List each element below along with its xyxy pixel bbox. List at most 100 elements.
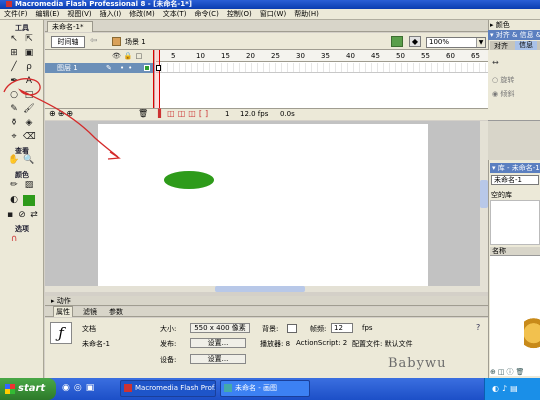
ruler-tick: 55 bbox=[421, 52, 430, 60]
actions-panel-header[interactable]: ▸ 动作 bbox=[45, 296, 488, 306]
trash-icon[interactable]: 🗑 bbox=[138, 109, 148, 118]
edit-symbols-icon[interactable]: ◆ bbox=[409, 36, 421, 47]
hand-tool-icon[interactable]: ✋ bbox=[8, 155, 20, 166]
library-panel-header[interactable]: ▾ 库 - 未命名-1 bbox=[490, 163, 540, 173]
ruler-tick: 45 bbox=[371, 52, 380, 60]
library-panel-label: 库 - 未命名-1 bbox=[497, 164, 540, 172]
menu-help[interactable]: 帮助(H) bbox=[294, 9, 319, 19]
taskbar-item-paint[interactable]: 未命名 - 画图 bbox=[220, 380, 310, 397]
ruler-tick: 5 bbox=[171, 52, 176, 60]
tab-properties[interactable]: 属性 bbox=[53, 306, 73, 317]
menu-insert[interactable]: 插入(I) bbox=[100, 9, 122, 19]
constrain-icon[interactable]: ↔ bbox=[492, 58, 499, 67]
pencil-tool-icon[interactable]: ✎ bbox=[8, 104, 20, 115]
tab-parameters[interactable]: 参数 bbox=[107, 307, 125, 317]
library-document-select[interactable]: 未命名-1 bbox=[491, 175, 539, 185]
frame-cells[interactable] bbox=[156, 63, 488, 73]
ruler-tick: 65 bbox=[471, 52, 480, 60]
window-title: Macromedia Flash Professional 8 - [未命名-1… bbox=[15, 0, 192, 8]
back-arrow-icon[interactable]: ⇦ bbox=[90, 36, 98, 46]
layer-name[interactable]: 图层 1 bbox=[57, 63, 78, 73]
layer-outline-color-icon[interactable] bbox=[144, 65, 150, 71]
tab-info[interactable]: 信息 bbox=[515, 41, 537, 50]
ruler-tick: 15 bbox=[221, 52, 230, 60]
menu-file[interactable]: 文件(F) bbox=[4, 9, 28, 19]
size-button[interactable]: 550 x 400 像素 bbox=[190, 323, 250, 333]
library-name-column[interactable]: 名称 bbox=[490, 247, 540, 256]
menu-control[interactable]: 控制(O) bbox=[227, 9, 252, 19]
eraser-icon[interactable]: ⌫ bbox=[23, 132, 36, 143]
text-tool-icon[interactable]: A bbox=[23, 76, 35, 87]
subselection-tool-icon[interactable]: ⇱ bbox=[23, 34, 35, 45]
brush-tool-icon[interactable]: 🖌 bbox=[23, 104, 35, 115]
paint-bucket-icon[interactable]: ◈ bbox=[23, 118, 35, 129]
chevron-down-icon[interactable]: ▼ bbox=[476, 38, 485, 47]
selection-tool-icon[interactable]: ↖ bbox=[8, 34, 20, 45]
rectangle-tool-icon[interactable]: □ bbox=[23, 90, 35, 101]
timeline-toggle-button[interactable]: 时间轴 bbox=[51, 36, 85, 48]
line-tool-icon[interactable]: ╱ bbox=[8, 62, 20, 73]
add-layer-buttons-icon[interactable]: ⊕⊕⊕ bbox=[49, 109, 75, 118]
taskbar-item-flash[interactable]: Macromedia Flash Prof... bbox=[120, 380, 216, 397]
actionscript-version: ActionScript: 2 bbox=[296, 339, 348, 347]
no-color-icon[interactable]: ⊘ bbox=[16, 210, 28, 221]
tools-title: 工具 bbox=[15, 24, 29, 32]
stage[interactable] bbox=[98, 124, 428, 286]
device-settings-button[interactable]: 设置... bbox=[190, 354, 246, 364]
menu-commands[interactable]: 命令(C) bbox=[194, 9, 218, 19]
skew-option[interactable]: ◉ 倾斜 bbox=[492, 89, 514, 99]
menu-edit[interactable]: 编辑(E) bbox=[36, 9, 60, 19]
menu-window[interactable]: 窗口(W) bbox=[260, 9, 286, 19]
document-tab[interactable]: 未命名-1* bbox=[47, 21, 93, 32]
align-panel-header[interactable]: ▾ 对齐 & 信息 & 变形 bbox=[488, 30, 540, 40]
onion-skin-icons[interactable]: ▌◫◫◫[] bbox=[158, 109, 211, 118]
zoom-value: 100% bbox=[429, 38, 450, 46]
stroke-swatch-icon[interactable]: ▨ bbox=[23, 180, 35, 191]
free-transform-icon[interactable]: ⊞ bbox=[8, 48, 20, 59]
publish-settings-button[interactable]: 设置... bbox=[190, 338, 246, 348]
library-buttons-icon[interactable]: ⊕◫ⓘ🗑 bbox=[490, 367, 526, 377]
fill-transform-icon[interactable]: ▣ bbox=[23, 48, 35, 59]
fill-swatch-icon[interactable] bbox=[23, 195, 35, 206]
ruler-tick: 40 bbox=[346, 52, 355, 60]
document-type-label: 文档 bbox=[82, 325, 96, 333]
quick-launch-icons[interactable]: ◉◎▣ bbox=[62, 383, 98, 393]
options-section-label: 选项 bbox=[15, 225, 29, 233]
windows-flag-icon bbox=[5, 384, 15, 394]
keyframe[interactable] bbox=[156, 65, 161, 71]
frame-rate-input[interactable]: 12 bbox=[331, 323, 353, 333]
scene-label[interactable]: 场景 1 bbox=[125, 37, 146, 47]
layer-status-dots[interactable]: •• bbox=[120, 63, 136, 73]
pen-tool-icon[interactable]: ✒ bbox=[8, 76, 20, 87]
rotate-option[interactable]: ○ 旋转 bbox=[492, 75, 514, 85]
ink-bottle-icon[interactable]: ⚱ bbox=[8, 118, 20, 129]
lasso-tool-icon[interactable]: ρ bbox=[23, 62, 35, 73]
oval-tool-icon[interactable]: ○ bbox=[8, 90, 20, 101]
tray-icons[interactable]: ◐♪▤ bbox=[492, 384, 521, 393]
fill-color-icon[interactable]: ◐ bbox=[8, 195, 20, 206]
swap-colors-icon[interactable]: ⇄ bbox=[28, 210, 40, 221]
playhead[interactable] bbox=[153, 50, 160, 108]
menu-text[interactable]: 文本(T) bbox=[163, 9, 187, 19]
library-empty-label: 空的库 bbox=[491, 191, 512, 199]
watermark: Babywu bbox=[388, 356, 447, 371]
zoom-tool-icon[interactable]: 🔍 bbox=[23, 155, 35, 166]
edit-scene-icon[interactable] bbox=[391, 36, 403, 47]
tab-filters[interactable]: 滤镜 bbox=[81, 307, 99, 317]
menu-modify[interactable]: 修改(M) bbox=[129, 9, 155, 19]
eyedropper-icon[interactable]: ⌖ bbox=[8, 132, 20, 143]
stroke-color-icon[interactable]: ✏ bbox=[8, 180, 20, 191]
zoom-select[interactable]: 100% ▼ bbox=[426, 37, 486, 48]
snap-magnet-icon[interactable]: ∩ bbox=[8, 234, 20, 245]
background-color-swatch[interactable] bbox=[287, 324, 297, 333]
green-ellipse-shape[interactable] bbox=[164, 171, 214, 189]
layer-visibility-lock-icons[interactable]: 👁🔒□ bbox=[112, 52, 145, 60]
horizontal-scroll-thumb[interactable] bbox=[215, 286, 305, 292]
color-panel-header[interactable]: ▸ 颜色 bbox=[490, 20, 510, 30]
black-white-icon[interactable]: ▪ bbox=[4, 210, 16, 221]
library-list[interactable] bbox=[490, 256, 540, 376]
vertical-scroll-thumb[interactable] bbox=[480, 180, 488, 208]
menu-view[interactable]: 视图(V) bbox=[67, 9, 91, 19]
help-icon[interactable]: ? bbox=[476, 323, 480, 332]
timeline-ruler[interactable]: 5 10 15 20 25 30 35 40 45 50 55 60 65 bbox=[156, 50, 488, 62]
